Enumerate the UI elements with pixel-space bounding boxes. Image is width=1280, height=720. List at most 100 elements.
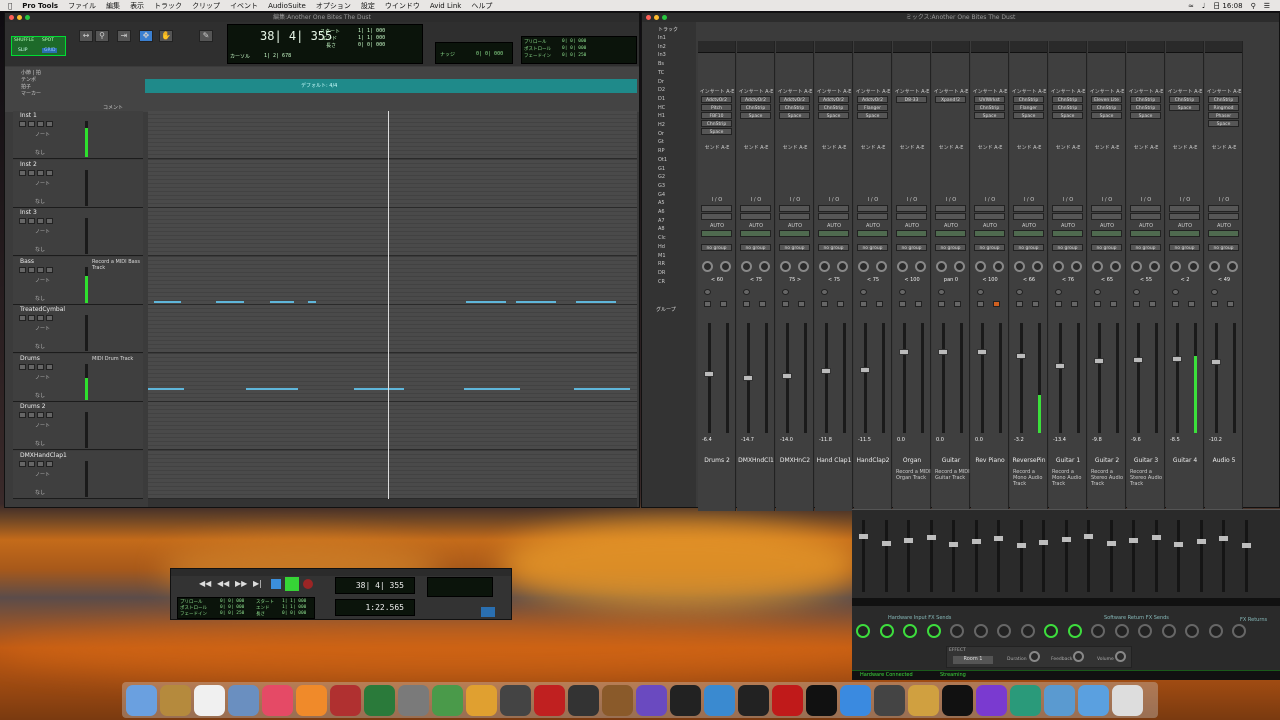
- panel-fader[interactable]: [884, 520, 888, 592]
- group-select[interactable]: no group: [1013, 244, 1044, 251]
- panel-fader-cap[interactable]: [881, 541, 891, 546]
- pan-knob-right[interactable]: [1110, 261, 1121, 272]
- insert-slot[interactable]: Ringmod: [1208, 104, 1239, 111]
- menu-avid-link[interactable]: Avid Link: [430, 2, 461, 10]
- panel-fader-cap[interactable]: [994, 536, 1003, 541]
- input-select[interactable]: [740, 205, 771, 212]
- midi-note[interactable]: [466, 300, 506, 303]
- strip-mute-button[interactable]: [1149, 301, 1156, 307]
- menu-clip[interactable]: クリップ: [192, 1, 220, 11]
- automation-mode[interactable]: [1130, 230, 1161, 237]
- strip-solo-button[interactable]: [782, 301, 789, 307]
- track-name[interactable]: DMXHandClap1: [20, 452, 67, 459]
- dock-eastwest[interactable]: [772, 684, 803, 716]
- strip-solo-button[interactable]: [899, 301, 906, 307]
- midi-note[interactable]: [148, 387, 184, 390]
- insert-slot[interactable]: AdctvOr2: [818, 96, 849, 103]
- dock-piano[interactable]: [670, 684, 701, 716]
- dock-notes[interactable]: [160, 684, 191, 716]
- strip-comment[interactable]: Record a Stereo Audio Track: [1091, 469, 1126, 487]
- transport-midi[interactable]: [427, 577, 493, 597]
- dock-avid[interactable]: [636, 684, 667, 716]
- output-select[interactable]: [974, 213, 1005, 220]
- mix-track-list-item[interactable]: CR: [658, 279, 665, 285]
- dock-finder[interactable]: [126, 684, 157, 716]
- mix-track-list-item[interactable]: Ot1: [658, 157, 667, 163]
- track-row[interactable]: DMXHandClap1 ノート なし: [13, 450, 143, 499]
- dock-mixer[interactable]: [806, 684, 837, 716]
- midi-note[interactable]: [216, 300, 244, 303]
- dock-mbox[interactable]: [568, 684, 599, 716]
- menu-audiosuite[interactable]: AudioSuite: [268, 2, 306, 10]
- record-button[interactable]: [303, 579, 313, 589]
- effect-select[interactable]: Room 1: [953, 656, 993, 664]
- track-row[interactable]: Inst 1 ノート なし: [13, 111, 143, 159]
- strip-name[interactable]: Guitar 2: [1088, 457, 1126, 464]
- volume-icon[interactable]: ♩: [1202, 2, 1205, 10]
- slip-button[interactable]: SLIP: [18, 48, 27, 53]
- send-knob[interactable]: [1114, 624, 1129, 638]
- mix-track-list-item[interactable]: D1: [658, 96, 665, 102]
- mix-track-list-item[interactable]: G4: [658, 192, 665, 198]
- send-knob[interactable]: [1067, 624, 1082, 638]
- automation-mode[interactable]: [779, 230, 810, 237]
- panel-fader-cap[interactable]: [1151, 535, 1161, 540]
- track-name[interactable]: Drums: [20, 355, 40, 362]
- panel-fader-cap[interactable]: [926, 535, 936, 540]
- send-knob[interactable]: [926, 624, 941, 638]
- volume-fader[interactable]: [864, 323, 867, 433]
- mute-button[interactable]: [46, 169, 53, 176]
- strip-mute-button[interactable]: [1071, 301, 1078, 307]
- panel-fader-cap[interactable]: [859, 534, 868, 539]
- volume-knob[interactable]: [1115, 651, 1126, 662]
- midi-note[interactable]: [516, 300, 556, 303]
- track-lane[interactable]: [148, 159, 637, 208]
- strip-mute-button[interactable]: [720, 301, 727, 307]
- strip-record-button[interactable]: [938, 289, 945, 295]
- forward-icon[interactable]: ▶▶: [235, 579, 247, 588]
- mix-track-list-item[interactable]: RR: [658, 261, 665, 267]
- volume-fader[interactable]: [1176, 323, 1179, 433]
- trim-tool-icon[interactable]: ⇥: [117, 30, 131, 42]
- pan-knob[interactable]: [741, 261, 752, 272]
- automation-mode[interactable]: [974, 230, 1005, 237]
- panel-fader-cap[interactable]: [1196, 539, 1206, 544]
- strip-name[interactable]: Organ: [893, 457, 931, 464]
- automation-mode[interactable]: [740, 230, 771, 237]
- track-lane[interactable]: [148, 208, 637, 256]
- track-name[interactable]: TreatedCymbal: [20, 306, 65, 313]
- strip-name[interactable]: DMXHndCl1: [737, 457, 775, 464]
- fader-cap[interactable]: [1211, 359, 1221, 365]
- insert-slot[interactable]: Space: [1130, 112, 1161, 119]
- fader-cap[interactable]: [1016, 353, 1026, 359]
- mix-track-list-item[interactable]: In2: [658, 44, 666, 50]
- length-value[interactable]: 0| 0| 000: [358, 42, 385, 48]
- track-name[interactable]: Inst 1: [20, 112, 37, 119]
- track-name[interactable]: Inst 3: [20, 209, 37, 216]
- t-post-value[interactable]: 0| 0| 000: [220, 605, 244, 610]
- send-knob[interactable]: [1185, 624, 1199, 638]
- postroll-value[interactable]: 0| 0| 000: [562, 46, 586, 51]
- midi-note[interactable]: [574, 387, 630, 390]
- dock-quicktime[interactable]: [704, 684, 735, 716]
- insert-slot[interactable]: Space: [701, 128, 732, 135]
- pan-knob-right[interactable]: [954, 261, 965, 272]
- pan-knob[interactable]: [1092, 261, 1103, 272]
- automation-mode[interactable]: [1013, 230, 1044, 237]
- input-select[interactable]: [818, 205, 849, 212]
- volume-fader[interactable]: [1137, 323, 1140, 433]
- strip-comment[interactable]: Record a MIDI Organ Track: [896, 469, 931, 481]
- insert-slot[interactable]: ChnStrip: [701, 120, 732, 127]
- menu-edit[interactable]: 編集: [106, 1, 120, 11]
- insert-slot[interactable]: AdctvOr2: [779, 96, 810, 103]
- track-name[interactable]: Bass: [20, 258, 34, 265]
- panel-fader[interactable]: [952, 520, 955, 592]
- mix-minimize-icon[interactable]: [654, 15, 659, 20]
- record-button[interactable]: [19, 218, 26, 224]
- pencil-tool-icon[interactable]: ✎: [199, 30, 213, 42]
- track-lane[interactable]: [148, 305, 637, 353]
- strip-mute-button[interactable]: [876, 301, 883, 307]
- strip-name[interactable]: Rev Piano: [971, 457, 1009, 464]
- mute-button[interactable]: [46, 315, 53, 321]
- track-row[interactable]: Bass ノート なし Record a MIDI Bass Track: [13, 256, 143, 305]
